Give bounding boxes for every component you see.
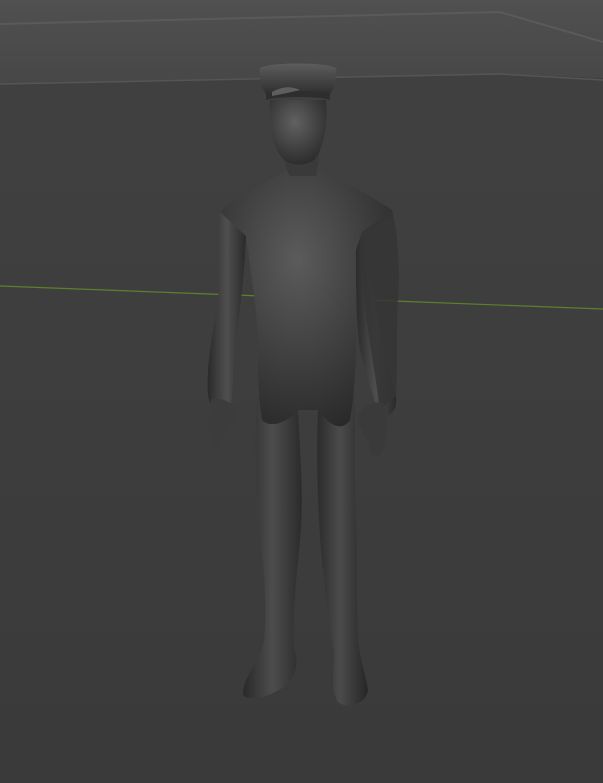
- viewport-scene[interactable]: [0, 0, 603, 783]
- peaked-cap-icon: [259, 63, 337, 100]
- 3d-viewport[interactable]: [0, 0, 603, 783]
